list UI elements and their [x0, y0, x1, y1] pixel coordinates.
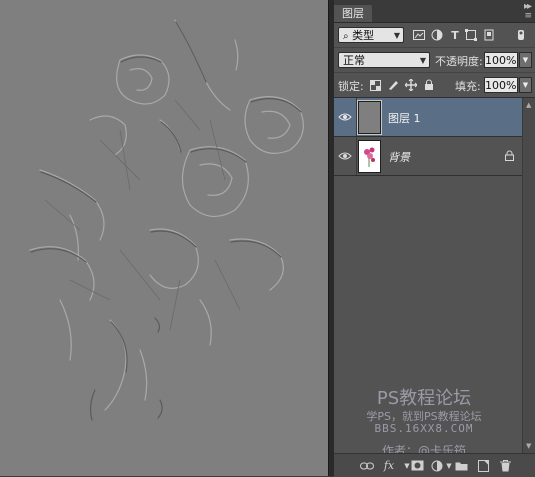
shape-filter-icon[interactable] [464, 28, 478, 42]
fill-dropdown-icon[interactable]: ▼ [519, 77, 532, 93]
panel-menu-icon[interactable]: ≡ [524, 11, 532, 21]
adjustment-filter-icon[interactable] [430, 28, 444, 42]
flower-thumbnail-icon [364, 147, 375, 167]
embossed-flower-artwork [29, 19, 304, 421]
fx-icon[interactable]: fx [382, 459, 396, 472]
layer-thumbnail[interactable] [357, 100, 382, 135]
chevron-down-icon: ▼ [393, 31, 400, 40]
scroll-up-icon[interactable]: ▲ [526, 101, 531, 109]
layer-row-background[interactable]: 背景 [334, 137, 522, 176]
blend-opacity-row: 正常 ▼ 不透明度: 100% ▼ [334, 48, 535, 73]
layers-panel: 图层 ▸▸ ≡ ⌕ 类型 ▼ T 正常 ▼ 不透明度: 100% ▼ 锁定: 填… [334, 0, 535, 477]
layers-bottom-toolbar: fx ▼ ▼ [334, 453, 535, 477]
fill-label: 填充: [455, 80, 481, 93]
blend-mode-select[interactable]: 正常 ▼ [338, 52, 430, 68]
eye-icon[interactable] [338, 149, 352, 163]
type-filter-icon[interactable]: T [448, 28, 462, 42]
pixel-filter-icon[interactable] [412, 28, 426, 42]
layer-thumbnail[interactable] [358, 140, 381, 173]
filter-toggle-icon[interactable] [514, 28, 528, 42]
group-folder-icon[interactable] [454, 459, 468, 472]
layers-scrollbar[interactable]: ▲ ▼ [522, 98, 535, 453]
lock-image-pixels-icon[interactable] [386, 78, 400, 92]
layer-name[interactable]: 图层 1 [388, 110, 421, 126]
scroll-down-icon[interactable]: ▼ [526, 442, 531, 450]
filter-type-select[interactable]: ⌕ 类型 ▼ [338, 27, 404, 43]
add-mask-icon[interactable] [410, 459, 424, 472]
smart-object-filter-icon[interactable] [482, 28, 496, 42]
opacity-label: 不透明度: [435, 55, 483, 68]
delete-layer-icon[interactable] [498, 459, 512, 472]
visibility-column [334, 98, 357, 136]
opacity-field[interactable]: 100% [484, 52, 518, 68]
lock-all-icon[interactable] [422, 78, 436, 92]
layer-filter-row: ⌕ 类型 ▼ T [334, 23, 535, 48]
blend-mode-label: 正常 [343, 54, 365, 67]
tab-layers[interactable]: 图层 [334, 5, 372, 22]
filter-type-label: 类型 [352, 29, 375, 42]
opacity-dropdown-icon[interactable]: ▼ [519, 52, 532, 68]
panel-tab-bar: 图层 ▸▸ ≡ [334, 0, 535, 23]
lock-position-icon[interactable] [404, 78, 418, 92]
watermark-title: PS教程论坛 [376, 388, 472, 409]
layer-name[interactable]: 背景 [388, 149, 410, 165]
fill-field[interactable]: 100% [484, 77, 518, 93]
visibility-column [334, 137, 357, 175]
link-layers-icon[interactable] [360, 459, 374, 472]
chevron-down-icon: ▼ [419, 56, 426, 65]
document-canvas[interactable] [0, 0, 328, 476]
lock-icon [505, 150, 514, 164]
new-layer-icon[interactable] [476, 459, 490, 472]
eye-icon[interactable] [338, 110, 352, 124]
layers-list: 图层 1 背景 PS教程论坛 学PS，就到PS教程论坛 BBS.16XX8.CO… [334, 98, 535, 458]
lock-label: 锁定: [338, 80, 364, 93]
lock-transparent-pixels-icon[interactable] [368, 78, 382, 92]
watermark-url: BBS.16XX8.COM [374, 422, 474, 435]
search-icon: ⌕ [343, 31, 349, 42]
layer-row-layer1[interactable]: 图层 1 [334, 98, 522, 137]
